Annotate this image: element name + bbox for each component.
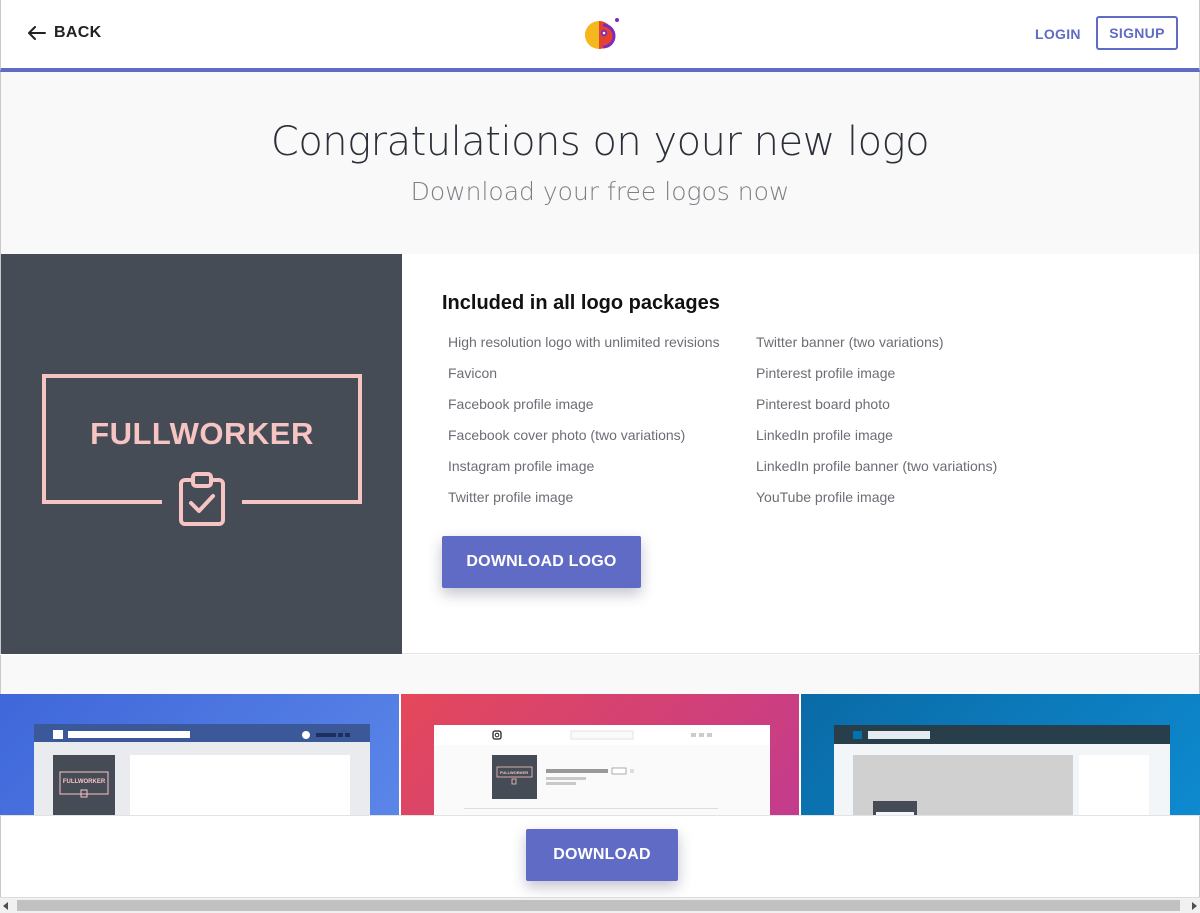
logo-preview: FULLWORKER: [1, 254, 402, 654]
feature-item: Facebook profile image: [448, 396, 594, 412]
login-link[interactable]: LOGIN: [1035, 26, 1081, 42]
feature-item: LinkedIn profile image: [756, 427, 893, 443]
arrow-left-icon: [28, 26, 46, 40]
scrollbar-thumb[interactable]: [17, 900, 1180, 911]
logo-frame-line: [42, 500, 162, 504]
brand-logo-icon[interactable]: [583, 16, 621, 50]
package-info: Included in all logo packages High resol…: [442, 292, 1182, 519]
feature-list-right: Twitter banner (two variations) Pinteres…: [750, 333, 1058, 519]
package-title: Included in all logo packages: [442, 292, 720, 314]
logo-frame-line: [242, 500, 362, 504]
feature-item: High resolution logo with unlimited revi…: [448, 334, 720, 350]
feature-item: Instagram profile image: [448, 458, 595, 474]
instagram-mockup-art: FULLWORKER: [434, 725, 770, 816]
download-bar: DOWNLOAD: [0, 815, 1200, 898]
top-nav: BACK LOGIN SIGNUP: [0, 0, 1200, 72]
back-button[interactable]: BACK: [28, 24, 101, 42]
facebook-mockup: FULLWORKER: [0, 694, 399, 816]
logo-package-section: FULLWORKER Included in all logo packages…: [0, 254, 1200, 654]
facebook-logo-text: FULLWORKER: [63, 779, 106, 785]
feature-item: Pinterest board photo: [756, 396, 890, 412]
instagram-logo-text: FULLWORKER: [500, 770, 528, 775]
page-title: Congratulations on your new logo: [270, 119, 930, 165]
feature-item: Pinterest profile image: [756, 365, 896, 381]
instagram-mockup: FULLWORKER: [401, 694, 799, 816]
hero-section: Congratulations on your new logo Downloa…: [0, 72, 1200, 254]
feature-item: YouTube profile image: [756, 489, 896, 505]
page-subtitle: Download your free logos now: [410, 177, 790, 206]
section-spacer: [0, 655, 1200, 694]
social-mockups: FULLWORKER FULLWORKER: [0, 694, 1200, 816]
feature-item: Twitter banner (two variations): [756, 334, 944, 350]
logo-name: FULLWORKER: [90, 416, 314, 451]
feature-item: Twitter profile image: [448, 489, 574, 505]
facebook-mockup-art: FULLWORKER: [34, 724, 370, 816]
download-logo-button[interactable]: DOWNLOAD LOGO: [442, 536, 641, 588]
feature-item: Favicon: [448, 365, 498, 381]
feature-item: LinkedIn profile banner (two variations): [756, 458, 998, 474]
linkedin-mockup-art: [834, 725, 1170, 816]
feature-list-left: High resolution logo with unlimited revi…: [442, 333, 750, 519]
feature-item: Facebook cover photo (two variations): [448, 427, 686, 443]
signup-button[interactable]: SIGNUP: [1096, 16, 1178, 50]
horizontal-scrollbar[interactable]: [0, 897, 1200, 913]
scroll-left-icon[interactable]: [3, 902, 8, 910]
back-label: BACK: [54, 24, 102, 41]
clipboard-check-icon: [179, 472, 225, 526]
download-button[interactable]: DOWNLOAD: [526, 829, 678, 881]
scroll-right-icon[interactable]: [1192, 902, 1197, 910]
linkedin-mockup: [801, 694, 1200, 816]
